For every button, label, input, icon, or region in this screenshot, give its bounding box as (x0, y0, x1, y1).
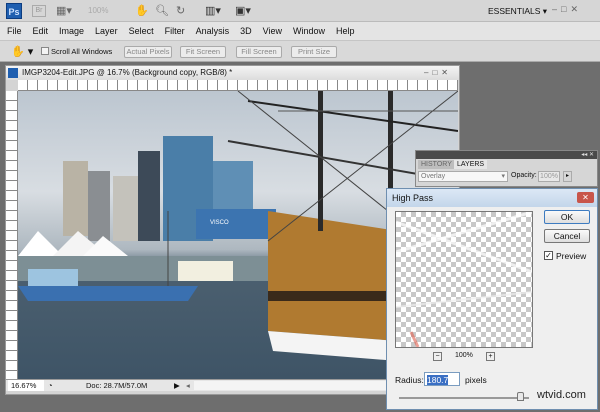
hand-tool-icon[interactable]: ✋ (135, 4, 149, 17)
menu-filter[interactable]: Filter (165, 26, 185, 36)
zoom-level-field[interactable]: 16.67% (8, 380, 44, 391)
filter-preview[interactable] (395, 210, 533, 348)
tab-history[interactable]: HISTORY (418, 160, 455, 169)
menu-image[interactable]: Image (59, 26, 84, 36)
menu-file[interactable]: File (7, 26, 22, 36)
preview-zoom-level: 100% (455, 352, 473, 359)
menu-layer[interactable]: Layer (95, 26, 118, 36)
radius-slider-track[interactable] (399, 397, 529, 399)
actual-pixels-button[interactable]: Actual Pixels (124, 46, 172, 58)
workspace-switcher[interactable]: ESSENTIALS ▾ (488, 6, 547, 17)
cancel-button[interactable]: Cancel (544, 229, 590, 243)
blend-mode-select[interactable]: Overlay ▾ (418, 171, 508, 182)
document-window-controls[interactable]: –□✕ (424, 66, 452, 80)
bridge-button[interactable]: Br (32, 5, 46, 17)
zoom-tool-icon[interactable]: 🔍︎ (155, 4, 169, 17)
menu-3d[interactable]: 3D (240, 26, 252, 36)
building-sign: VISCO (210, 220, 229, 226)
scroll-all-windows-checkbox[interactable] (41, 47, 49, 55)
status-info-icon[interactable]: ◔ (48, 380, 53, 391)
ok-button[interactable]: OK (544, 210, 590, 224)
preview-checkbox[interactable]: ✓ (544, 251, 553, 260)
fit-screen-button[interactable]: Fit Screen (180, 46, 226, 58)
units-label: pixels (465, 375, 487, 385)
menu-view[interactable]: View (263, 26, 282, 36)
options-bar: ✋ ▾ Scroll All Windows Actual Pixels Fit… (0, 40, 600, 62)
dialog-close-button[interactable]: ✕ (577, 192, 594, 203)
radius-label: Radius: (395, 375, 424, 385)
menu-window[interactable]: Window (293, 26, 325, 36)
document-tab[interactable]: IMGP3204-Edit.JPG @ 16.7% (Background co… (6, 66, 459, 80)
horizontal-ruler[interactable] (18, 80, 458, 91)
dialog-title-bar: High Pass ✕ (387, 189, 597, 207)
rotate-view-icon[interactable]: ↻ (176, 4, 185, 17)
menu-analysis[interactable]: Analysis (196, 26, 230, 36)
dialog-title: High Pass (392, 193, 434, 203)
application-bar: Ps Br ▦▾ 100% ✋ 🔍︎ ↻ ▥▾ ▣▾ ESSENTIALS ▾ … (0, 0, 600, 22)
screen-mode-icon[interactable]: ▣▾ (235, 4, 251, 17)
radius-input[interactable]: 180.7 (424, 372, 460, 386)
radius-slider-thumb[interactable] (517, 392, 525, 401)
high-pass-dialog: High Pass ✕ OK Cancel ✓ Preview − 100% +… (386, 188, 598, 410)
opacity-field[interactable]: 100% (538, 171, 560, 182)
scroll-all-windows-label: Scroll All Windows (51, 47, 113, 56)
window-controls[interactable]: –□✕ (552, 4, 582, 15)
layers-panel: ◂◂ ✕ HISTORY LAYERS Overlay ▾ Opacity: 10… (415, 150, 598, 187)
blend-mode-value: Overlay (421, 173, 446, 180)
document-title: IMGP3204-Edit.JPG @ 16.7% (Background co… (22, 68, 233, 77)
print-size-button[interactable]: Print Size (291, 46, 337, 58)
opacity-slider-arrow[interactable]: ▸ (563, 171, 572, 182)
fill-screen-button[interactable]: Fill Screen (236, 46, 282, 58)
zoom-out-button[interactable]: − (433, 352, 442, 361)
view-extras-icon[interactable]: ▦▾ (56, 4, 72, 17)
menu-edit[interactable]: Edit (33, 26, 49, 36)
arrange-documents-icon[interactable]: ▥▾ (205, 4, 221, 17)
panel-header: ◂◂ ✕ (416, 151, 597, 159)
opacity-label: Opacity: (511, 172, 537, 179)
scroll-left-icon[interactable]: ◂ (186, 380, 190, 391)
vertical-ruler[interactable] (6, 91, 18, 379)
preview-edges (395, 210, 533, 348)
preview-label: Preview (556, 251, 587, 261)
status-menu-arrow-icon[interactable]: ▶ (174, 380, 180, 391)
menu-bar: File Edit Image Layer Select Filter Anal… (0, 22, 600, 40)
photoshop-logo: Ps (6, 3, 22, 19)
menu-select[interactable]: Select (129, 26, 154, 36)
document-ps-icon (8, 68, 18, 78)
menu-help[interactable]: Help (336, 26, 355, 36)
hand-tool-preset-icon[interactable]: ✋ ▾ (11, 45, 33, 58)
tab-layers[interactable]: LAYERS (454, 160, 488, 169)
radius-value: 180.7 (427, 375, 449, 385)
workspace-label: ESSENTIALS (488, 6, 541, 16)
zoom-in-button[interactable]: + (486, 352, 495, 361)
document-size-info: Doc: 28.7M/57.0M (86, 381, 148, 390)
watermark: wtvid.com (537, 389, 586, 401)
zoom-level-dropdown[interactable]: 100% (88, 6, 108, 15)
